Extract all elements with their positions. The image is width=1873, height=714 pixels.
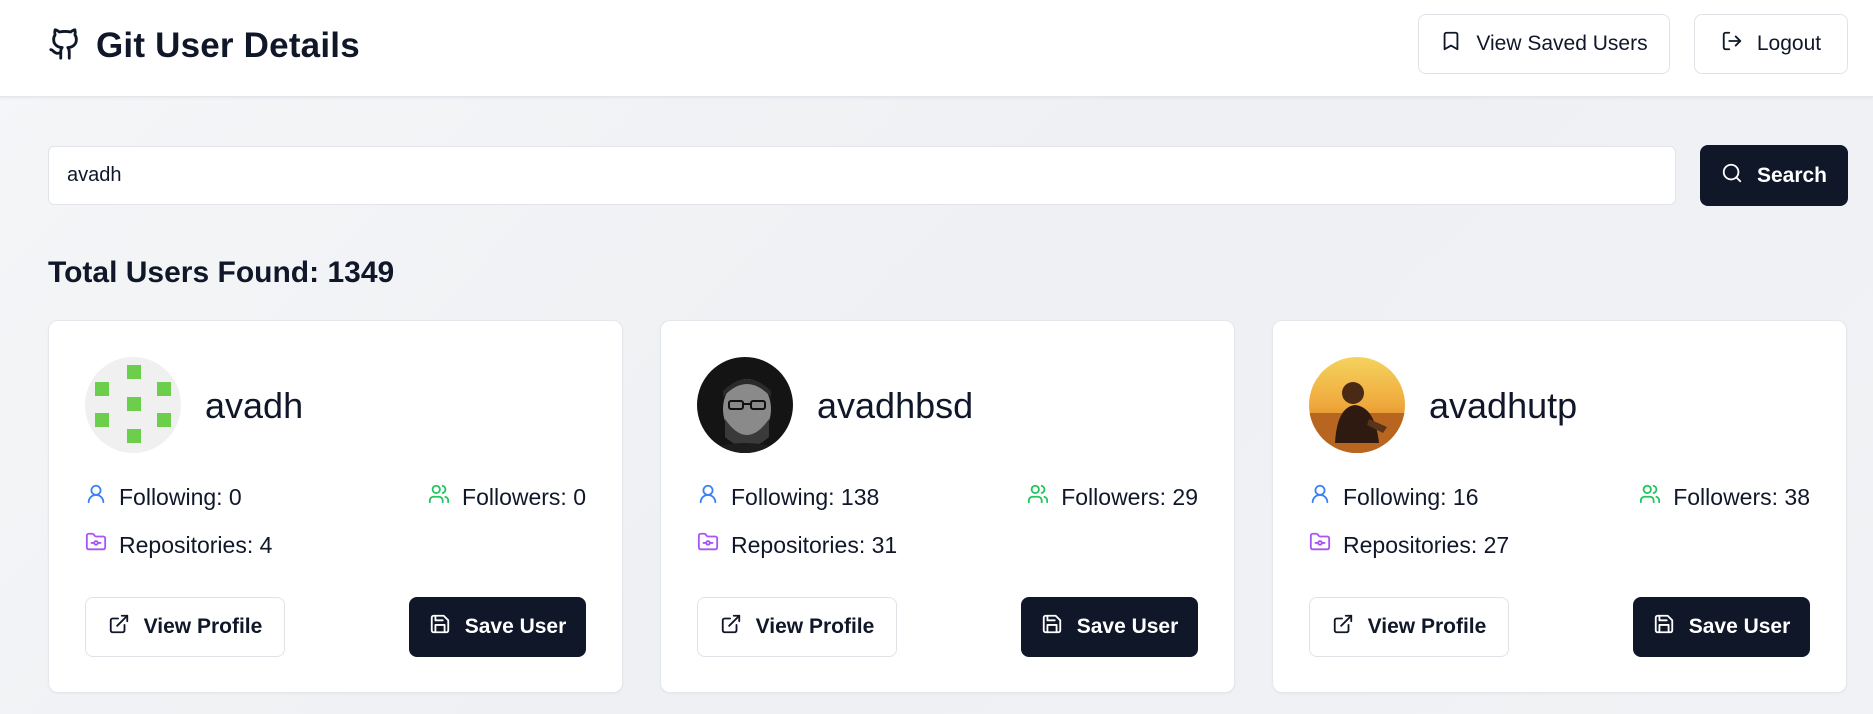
- save-user-button[interactable]: Save User: [409, 597, 586, 657]
- save-user-button[interactable]: Save User: [1633, 597, 1810, 657]
- user-card: avadh Following: 0 Followers: 0 Reposito…: [48, 320, 623, 693]
- user-icon: [697, 483, 719, 511]
- save-user-label: Save User: [464, 615, 567, 638]
- followers-text: Followers: 0: [462, 483, 586, 510]
- logout-icon: [1721, 30, 1743, 58]
- view-profile-label: View Profile: [143, 615, 263, 638]
- save-icon: [1653, 613, 1675, 641]
- user-icon: [1309, 483, 1331, 511]
- external-link-icon: [1332, 613, 1354, 641]
- following-stat: Following: 16: [1309, 483, 1479, 511]
- users-icon: [428, 483, 450, 511]
- app-title: Git User Details: [96, 26, 360, 65]
- repositories-text: Repositories: 4: [119, 531, 273, 558]
- view-profile-button[interactable]: View Profile: [85, 597, 285, 657]
- users-icon: [1639, 483, 1661, 511]
- followers-text: Followers: 29: [1061, 483, 1198, 510]
- user-avatar: [1309, 357, 1405, 453]
- username: avadhbsd: [817, 385, 974, 426]
- brand: Git User Details: [48, 24, 360, 68]
- following-text: Following: 0: [119, 483, 242, 510]
- folder-git-icon: [85, 531, 107, 559]
- save-user-button[interactable]: Save User: [1021, 597, 1198, 657]
- username: avadh: [205, 385, 304, 426]
- users-icon: [1027, 483, 1049, 511]
- save-user-label: Save User: [1688, 615, 1791, 638]
- followers-text: Followers: 38: [1673, 483, 1810, 510]
- view-saved-users-button[interactable]: View Saved Users: [1418, 14, 1670, 74]
- external-link-icon: [720, 613, 742, 641]
- save-icon: [429, 613, 451, 641]
- repositories-text: Repositories: 27: [1343, 531, 1510, 558]
- repositories-stat: Repositories: 27: [1309, 531, 1509, 559]
- followers-stat: Followers: 38: [1639, 483, 1810, 511]
- followers-stat: Followers: 0: [428, 483, 586, 511]
- user-avatar: [697, 357, 793, 453]
- following-text: Following: 16: [1343, 483, 1479, 510]
- following-stat: Following: 138: [697, 483, 879, 511]
- bookmark-icon: [1440, 30, 1462, 58]
- following-text: Following: 138: [731, 483, 880, 510]
- view-profile-label: View Profile: [755, 615, 875, 638]
- search-input[interactable]: [48, 146, 1676, 205]
- view-profile-label: View Profile: [1367, 615, 1487, 638]
- save-icon: [1041, 613, 1063, 641]
- logout-label: Logout: [1756, 32, 1822, 55]
- search-icon: [1721, 162, 1743, 190]
- view-profile-button[interactable]: View Profile: [1309, 597, 1509, 657]
- search-button-label: Search: [1756, 163, 1828, 187]
- github-icon: [48, 25, 82, 68]
- view-saved-users-label: View Saved Users: [1476, 32, 1648, 55]
- search-button[interactable]: Search: [1700, 145, 1848, 206]
- view-profile-button[interactable]: View Profile: [697, 597, 897, 657]
- user-card: avadhutp Following: 16 Followers: 38 Rep…: [1272, 320, 1847, 693]
- repositories-stat: Repositories: 31: [697, 531, 897, 559]
- folder-git-icon: [697, 531, 719, 559]
- username: avadhutp: [1429, 385, 1578, 426]
- folder-git-icon: [1309, 531, 1331, 559]
- top-navbar: Git User Details View Saved Users Logout: [0, 0, 1873, 97]
- user-avatar: [85, 357, 181, 453]
- repositories-stat: Repositories: 4: [85, 531, 272, 559]
- followers-stat: Followers: 29: [1027, 483, 1198, 511]
- repositories-text: Repositories: 31: [731, 531, 898, 558]
- total-users-found: Total Users Found: 1349: [48, 256, 395, 289]
- save-user-label: Save User: [1076, 615, 1179, 638]
- user-card: avadhbsd Following: 138 Followers: 29 Re…: [660, 320, 1235, 693]
- external-link-icon: [108, 613, 130, 641]
- logout-button[interactable]: Logout: [1694, 14, 1848, 74]
- user-icon: [85, 483, 107, 511]
- following-stat: Following: 0: [85, 483, 242, 511]
